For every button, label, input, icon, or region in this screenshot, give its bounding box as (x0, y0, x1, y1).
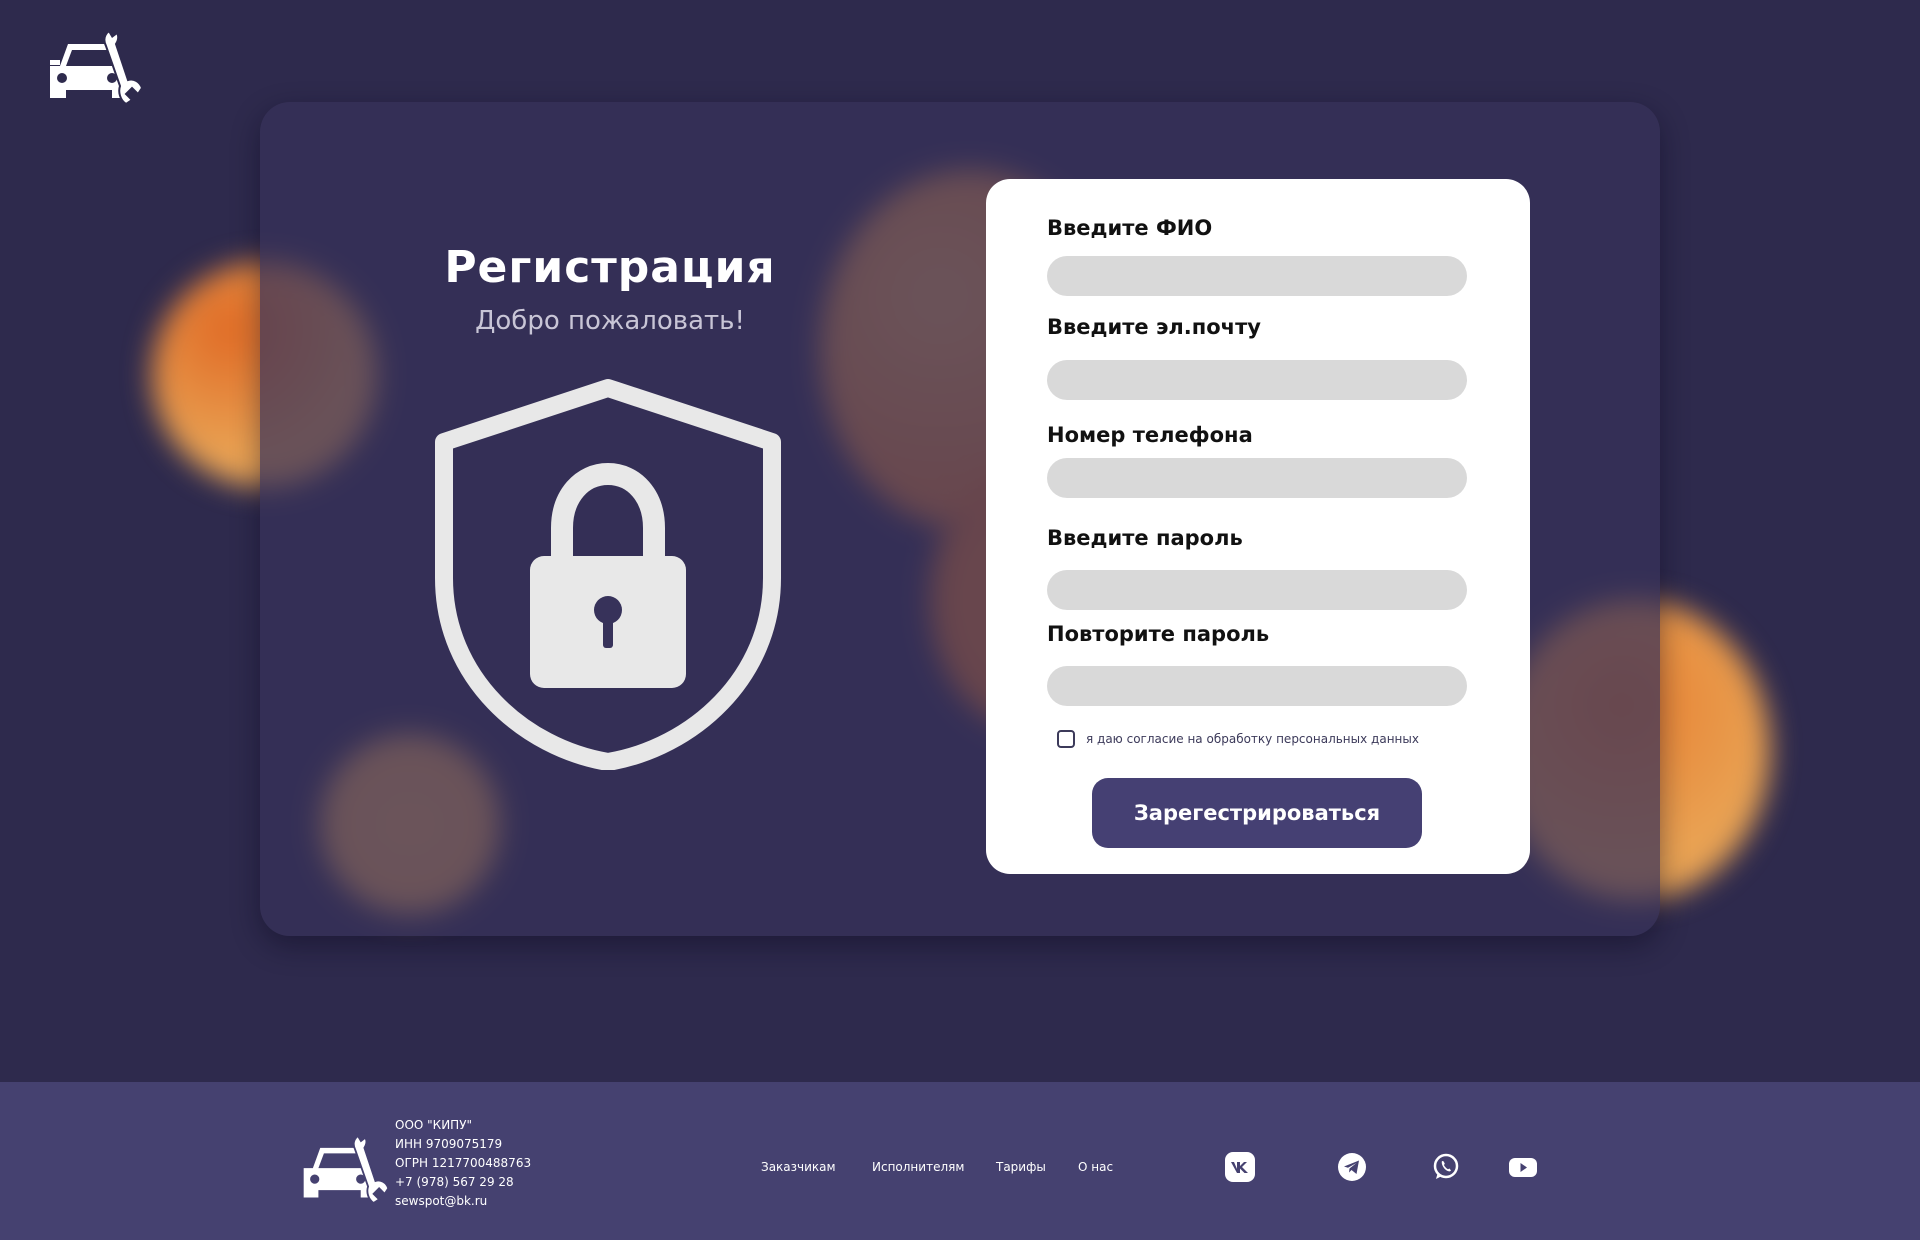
footer-link-about[interactable]: О нас (1078, 1160, 1113, 1174)
email-input[interactable] (1047, 360, 1467, 400)
company-inn: ИНН 9709075179 (395, 1137, 503, 1151)
shield-lock-icon (435, 379, 781, 770)
company-email[interactable]: sewspot@bk.ru (395, 1192, 531, 1211)
phone-label: Номер телефона (1047, 423, 1253, 447)
telegram-icon[interactable] (1337, 1152, 1367, 1182)
repeat-password-input[interactable] (1047, 666, 1467, 706)
page-title: Регистрация (444, 242, 776, 293)
email-label: Введите эл.почту (1047, 315, 1261, 339)
vk-icon[interactable] (1225, 1152, 1255, 1182)
page-subtitle: Добро пожаловать! (475, 306, 745, 336)
company-phone[interactable]: +7 (978) 567 29 28 (395, 1173, 531, 1192)
fio-input[interactable] (1047, 256, 1467, 296)
register-button[interactable]: Зарегестрироваться (1092, 778, 1422, 848)
fio-label: Введите ФИО (1047, 216, 1213, 240)
consent-label: я даю согласие на обработку персональных… (1086, 732, 1419, 746)
company-info: ООО "КИПУ" ИНН 9709075179 ОГРН 121770048… (395, 1116, 531, 1211)
footer-link-performers[interactable]: Исполнителям (872, 1160, 964, 1174)
company-ogrn: ОГРН 1217700488763 (395, 1156, 532, 1170)
company-name: ООО "КИПУ" (395, 1118, 473, 1132)
car-wrench-logo-icon[interactable] (46, 26, 146, 108)
phone-input[interactable] (1047, 458, 1467, 498)
youtube-icon[interactable] (1508, 1152, 1538, 1182)
consent-checkbox[interactable] (1057, 730, 1075, 748)
password-label: Введите пароль (1047, 526, 1243, 550)
footer-link-customers[interactable]: Заказчикам (761, 1160, 836, 1174)
password-input[interactable] (1047, 570, 1467, 610)
footer-link-tariffs[interactable]: Тарифы (996, 1160, 1046, 1174)
car-wrench-logo-icon[interactable] (300, 1128, 392, 1210)
whatsapp-icon[interactable] (1431, 1152, 1461, 1182)
repeat-password-label: Повторите пароль (1047, 622, 1270, 646)
